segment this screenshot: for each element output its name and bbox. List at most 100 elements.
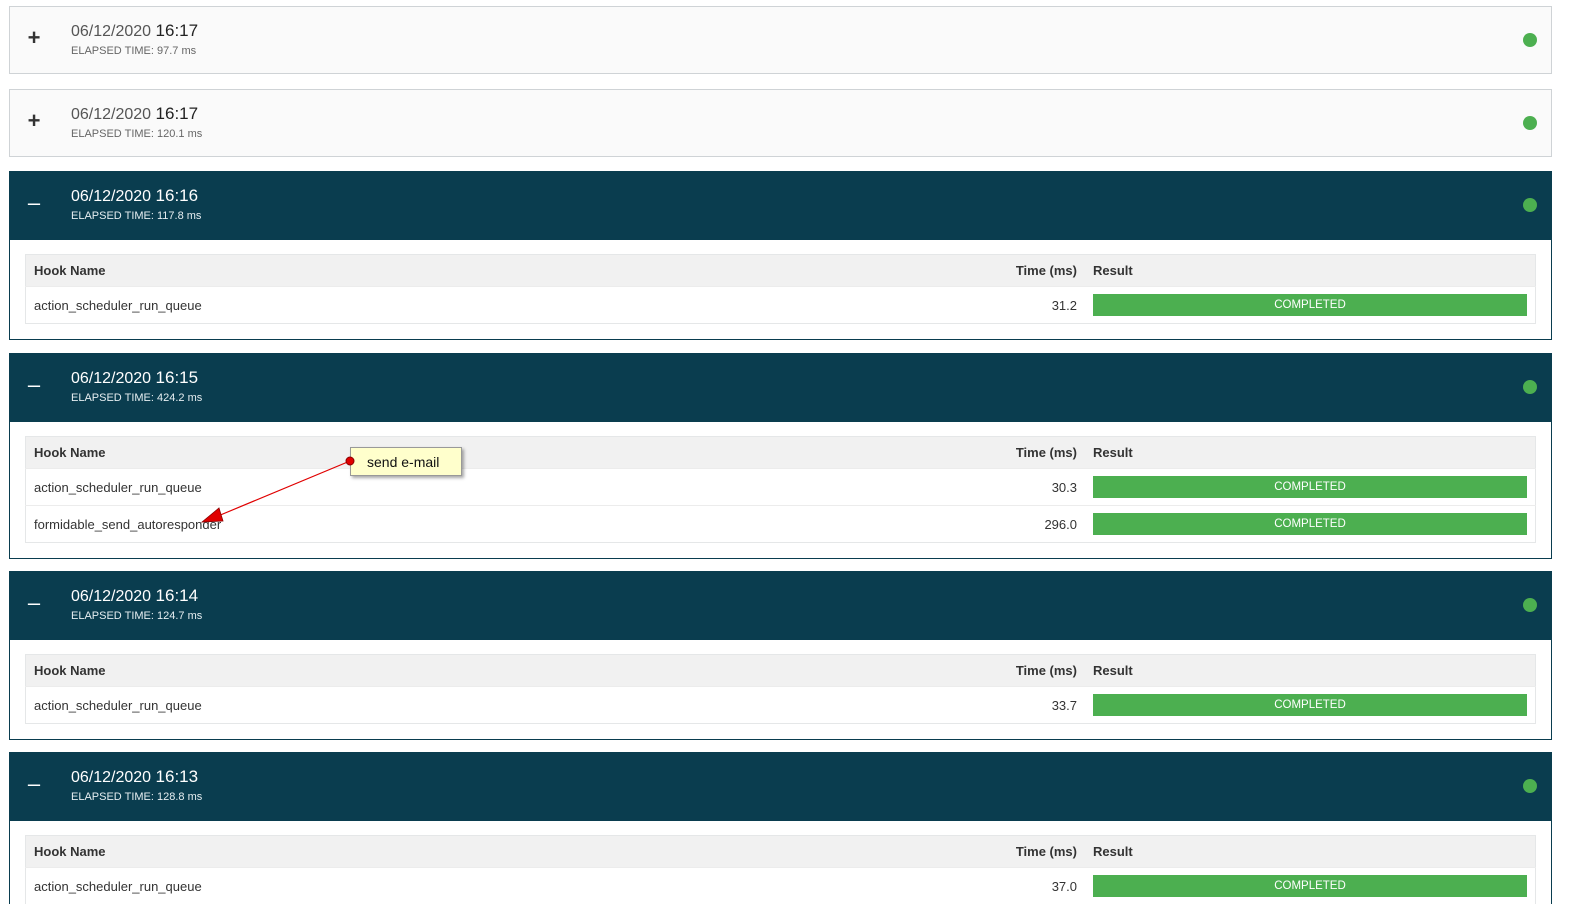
hook-time: 30.3 bbox=[909, 468, 1085, 506]
hook-time: 296.0 bbox=[909, 505, 1085, 543]
elapsed-value: 117.8 ms bbox=[157, 210, 202, 222]
run-header[interactable]: + 06/12/2020 16:17 Elapsed time: 97.7 ms bbox=[10, 7, 1551, 73]
run-body: Hook Name Time (ms) Result action_schedu… bbox=[10, 422, 1551, 558]
hook-result-cell: Completed bbox=[1085, 867, 1536, 904]
hook-time: 31.2 bbox=[909, 286, 1085, 324]
table-row: action_scheduler_run_queue 31.2 Complete… bbox=[25, 286, 1536, 324]
run-datetime: 06/12/2020 16:14 bbox=[71, 586, 198, 606]
run-date: 06/12/2020 bbox=[71, 370, 152, 387]
run-header[interactable]: – 06/12/2020 16:13 Elapsed time: 128.8 m… bbox=[10, 753, 1551, 821]
status-dot-icon bbox=[1523, 198, 1537, 212]
elapsed-value: 424.2 ms bbox=[157, 392, 203, 404]
run-datetime: 06/12/2020 16:13 bbox=[71, 767, 198, 787]
run-panel: – 06/12/2020 16:14 Elapsed time: 124.7 m… bbox=[9, 571, 1552, 740]
col-hook-name: Hook Name bbox=[25, 654, 909, 687]
run-panel: – 06/12/2020 16:16 Elapsed time: 117.8 m… bbox=[9, 171, 1552, 340]
run-datetime: 06/12/2020 16:15 bbox=[71, 368, 198, 388]
run-datetime: 06/12/2020 16:17 bbox=[71, 104, 198, 124]
run-body: Hook Name Time (ms) Result action_schedu… bbox=[10, 821, 1551, 904]
result-badge: Completed bbox=[1093, 694, 1527, 716]
hooks-table: Hook Name Time (ms) Result action_schedu… bbox=[25, 436, 1536, 543]
run-date: 06/12/2020 bbox=[71, 588, 152, 605]
elapsed-value: 120.1 ms bbox=[157, 128, 203, 140]
col-result: Result bbox=[1085, 654, 1536, 687]
table-row: action_scheduler_run_queue 37.0 Complete… bbox=[25, 867, 1536, 904]
run-header[interactable]: – 06/12/2020 16:14 Elapsed time: 124.7 m… bbox=[10, 572, 1551, 640]
elapsed-value: 124.7 ms bbox=[157, 610, 203, 622]
table-header-row: Hook Name Time (ms) Result bbox=[25, 654, 1536, 687]
hook-time: 37.0 bbox=[909, 867, 1085, 904]
elapsed-value: 97.7 ms bbox=[157, 45, 197, 57]
run-date: 06/12/2020 bbox=[71, 106, 152, 123]
result-badge: Completed bbox=[1093, 476, 1527, 498]
run-panel: + 06/12/2020 16:17 Elapsed time: 97.7 ms bbox=[9, 6, 1552, 74]
collapse-icon[interactable]: – bbox=[24, 373, 44, 397]
run-date: 06/12/2020 bbox=[71, 769, 152, 786]
run-panel: + 06/12/2020 16:17 Elapsed time: 120.1 m… bbox=[9, 89, 1552, 157]
elapsed-label: Elapsed time: bbox=[71, 128, 154, 140]
run-date: 06/12/2020 bbox=[71, 188, 152, 205]
col-hook-name: Hook Name bbox=[25, 436, 909, 469]
run-time: 16:14 bbox=[155, 586, 199, 605]
hook-result-cell: Completed bbox=[1085, 686, 1536, 724]
hooks-table: Hook Name Time (ms) Result action_schedu… bbox=[25, 835, 1536, 904]
expand-icon[interactable]: + bbox=[24, 109, 44, 133]
expand-icon[interactable]: + bbox=[24, 26, 44, 50]
hooks-table: Hook Name Time (ms) Result action_schedu… bbox=[25, 654, 1536, 724]
col-result: Result bbox=[1085, 436, 1536, 469]
status-dot-icon bbox=[1523, 116, 1537, 130]
table-header-row: Hook Name Time (ms) Result bbox=[25, 436, 1536, 469]
run-datetime: 06/12/2020 16:17 bbox=[71, 21, 198, 41]
run-panel: – 06/12/2020 16:15 Elapsed time: 424.2 m… bbox=[9, 353, 1552, 559]
elapsed-label: Elapsed time: bbox=[71, 45, 154, 57]
run-time: 16:13 bbox=[155, 767, 199, 786]
elapsed-time: Elapsed time: 124.7 ms bbox=[71, 610, 202, 622]
run-time: 16:15 bbox=[155, 368, 199, 387]
status-dot-icon bbox=[1523, 779, 1537, 793]
table-row: action_scheduler_run_queue 33.7 Complete… bbox=[25, 686, 1536, 724]
run-date: 06/12/2020 bbox=[71, 23, 152, 40]
hook-result-cell: Completed bbox=[1085, 286, 1536, 324]
elapsed-time: Elapsed time: 120.1 ms bbox=[71, 128, 202, 140]
run-body: Hook Name Time (ms) Result action_schedu… bbox=[10, 240, 1551, 339]
col-time: Time (ms) bbox=[909, 436, 1085, 469]
collapse-icon[interactable]: – bbox=[24, 591, 44, 615]
status-dot-icon bbox=[1523, 33, 1537, 47]
hook-name: formidable_send_autoresponder bbox=[25, 505, 909, 543]
run-header[interactable]: – 06/12/2020 16:15 Elapsed time: 424.2 m… bbox=[10, 354, 1551, 422]
elapsed-label: Elapsed time: bbox=[71, 791, 154, 803]
status-dot-icon bbox=[1523, 598, 1537, 612]
collapse-icon[interactable]: – bbox=[24, 191, 44, 215]
col-time: Time (ms) bbox=[909, 654, 1085, 687]
status-dot-icon bbox=[1523, 380, 1537, 394]
hook-name: action_scheduler_run_queue bbox=[25, 468, 909, 506]
hook-time: 33.7 bbox=[909, 686, 1085, 724]
table-row: action_scheduler_run_queue 30.3 Complete… bbox=[25, 468, 1536, 506]
elapsed-time: Elapsed time: 424.2 ms bbox=[71, 392, 202, 404]
hook-name: action_scheduler_run_queue bbox=[25, 686, 909, 724]
elapsed-time: Elapsed time: 128.8 ms bbox=[71, 791, 202, 803]
run-time: 16:17 bbox=[155, 21, 199, 40]
elapsed-value: 128.8 ms bbox=[157, 791, 203, 803]
result-badge: Completed bbox=[1093, 294, 1527, 316]
hook-name: action_scheduler_run_queue bbox=[25, 286, 909, 324]
hooks-table: Hook Name Time (ms) Result action_schedu… bbox=[25, 254, 1536, 324]
elapsed-time: Elapsed time: 97.7 ms bbox=[71, 45, 196, 57]
elapsed-label: Elapsed time: bbox=[71, 210, 154, 222]
col-result: Result bbox=[1085, 254, 1536, 287]
col-time: Time (ms) bbox=[909, 254, 1085, 287]
col-time: Time (ms) bbox=[909, 835, 1085, 868]
elapsed-time: Elapsed time: 117.8 ms bbox=[71, 210, 201, 222]
run-header[interactable]: – 06/12/2020 16:16 Elapsed time: 117.8 m… bbox=[10, 172, 1551, 240]
run-header[interactable]: + 06/12/2020 16:17 Elapsed time: 120.1 m… bbox=[10, 90, 1551, 156]
table-header-row: Hook Name Time (ms) Result bbox=[25, 835, 1536, 868]
annotation-note: send e-mail bbox=[350, 447, 462, 476]
run-time: 16:17 bbox=[155, 104, 199, 123]
collapse-icon[interactable]: – bbox=[24, 772, 44, 796]
result-badge: Completed bbox=[1093, 875, 1527, 897]
col-hook-name: Hook Name bbox=[25, 835, 909, 868]
run-body: Hook Name Time (ms) Result action_schedu… bbox=[10, 640, 1551, 739]
table-header-row: Hook Name Time (ms) Result bbox=[25, 254, 1536, 287]
run-datetime: 06/12/2020 16:16 bbox=[71, 186, 198, 206]
elapsed-label: Elapsed time: bbox=[71, 392, 154, 404]
